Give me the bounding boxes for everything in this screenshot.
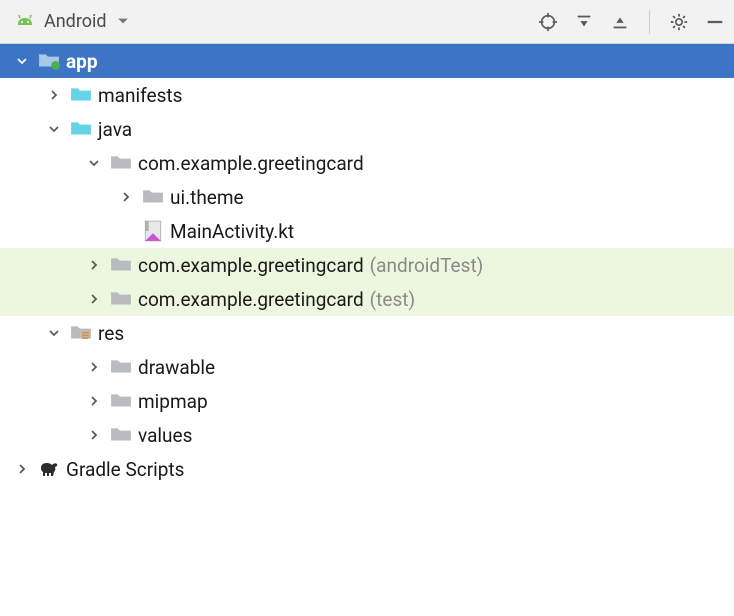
chevron-down-icon[interactable] — [46, 121, 62, 137]
tree-node-main-activity[interactable]: MainActivity.kt — [0, 214, 734, 248]
chevron-right-icon[interactable] — [86, 393, 102, 409]
resource-folder-icon — [70, 322, 92, 344]
chevron-down-icon[interactable] — [46, 325, 62, 341]
expand-all-icon[interactable] — [573, 11, 595, 33]
tree-node-app[interactable]: app — [0, 44, 734, 78]
package-folder-icon — [110, 254, 132, 276]
chevron-right-icon[interactable] — [86, 257, 102, 273]
kotlin-file-icon — [142, 220, 164, 242]
tree-label: drawable — [138, 356, 215, 379]
package-folder-icon — [110, 390, 132, 412]
tree-label: com.example.greetingcard — [138, 288, 364, 311]
tree-label: manifests — [98, 84, 182, 107]
tree-suffix: (test) — [370, 288, 415, 311]
tree-node-gradle-scripts[interactable]: Gradle Scripts — [0, 452, 734, 486]
tree-label: res — [98, 322, 124, 345]
chevron-right-icon[interactable] — [86, 291, 102, 307]
tree-node-values[interactable]: values — [0, 418, 734, 452]
select-opened-file-icon[interactable] — [537, 11, 559, 33]
package-folder-icon — [110, 288, 132, 310]
tree-node-package-test[interactable]: com.example.greetingcard (test) — [0, 282, 734, 316]
project-tree: app manifests java com.example.greetingc… — [0, 44, 734, 486]
gradle-icon — [38, 458, 60, 480]
chevron-right-icon[interactable] — [118, 189, 134, 205]
chevron-right-icon[interactable] — [14, 461, 30, 477]
module-folder-icon — [38, 50, 60, 72]
chevron-right-icon[interactable] — [86, 427, 102, 443]
folder-icon — [70, 84, 92, 106]
chevron-down-icon[interactable] — [117, 11, 129, 32]
chevron-right-icon[interactable] — [86, 359, 102, 375]
toolbar-divider — [649, 10, 650, 34]
tree-label: com.example.greetingcard — [138, 254, 364, 277]
tree-label: Gradle Scripts — [66, 458, 184, 481]
tree-suffix: (androidTest) — [370, 254, 484, 277]
project-toolbar: Android — [0, 0, 734, 44]
tree-node-drawable[interactable]: drawable — [0, 350, 734, 384]
chevron-down-icon[interactable] — [14, 53, 30, 69]
tree-label: com.example.greetingcard — [138, 152, 364, 175]
tree-node-manifests[interactable]: manifests — [0, 78, 734, 112]
android-icon — [14, 11, 36, 33]
chevron-down-icon[interactable] — [86, 155, 102, 171]
chevron-right-icon[interactable] — [46, 87, 62, 103]
tree-node-ui-theme[interactable]: ui.theme — [0, 180, 734, 214]
tree-node-java[interactable]: java — [0, 112, 734, 146]
tree-label: ui.theme — [170, 186, 244, 209]
tree-label: MainActivity.kt — [170, 220, 294, 243]
package-folder-icon — [142, 186, 164, 208]
collapse-all-icon[interactable] — [609, 11, 631, 33]
folder-icon — [70, 118, 92, 140]
package-folder-icon — [110, 152, 132, 174]
tree-label: mipmap — [138, 390, 208, 413]
tree-label: values — [138, 424, 192, 447]
tree-node-package-android-test[interactable]: com.example.greetingcard (androidTest) — [0, 248, 734, 282]
tree-label: java — [98, 118, 132, 141]
tree-node-res[interactable]: res — [0, 316, 734, 350]
tree-node-mipmap[interactable]: mipmap — [0, 384, 734, 418]
package-folder-icon — [110, 356, 132, 378]
package-folder-icon — [110, 424, 132, 446]
view-selector-label[interactable]: Android — [44, 11, 107, 32]
tree-node-package-main[interactable]: com.example.greetingcard — [0, 146, 734, 180]
gear-icon[interactable] — [668, 11, 690, 33]
tree-label: app — [66, 50, 98, 73]
minimize-icon[interactable] — [704, 11, 726, 33]
